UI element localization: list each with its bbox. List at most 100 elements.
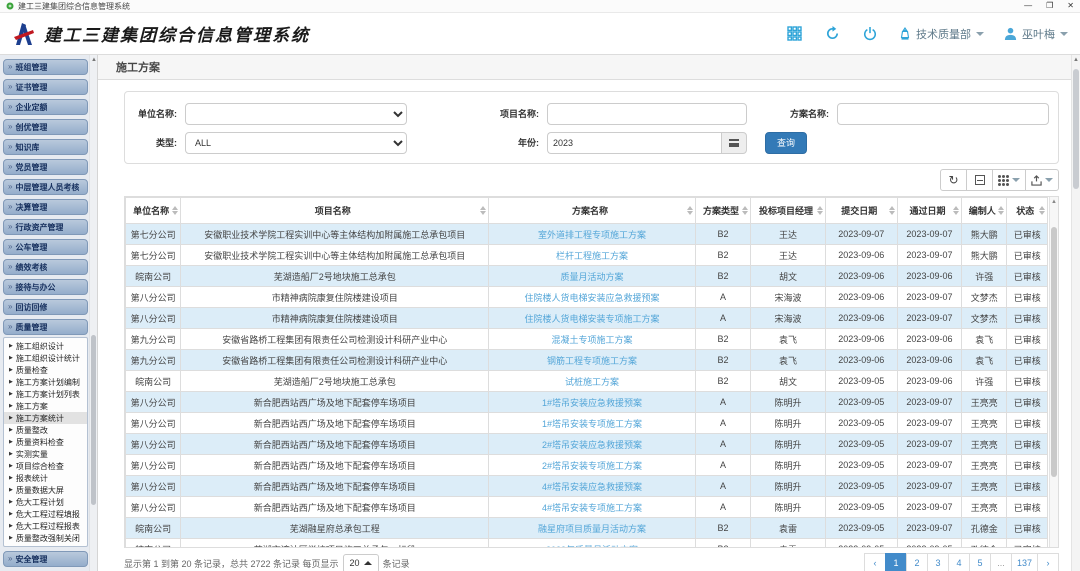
- sidebar-section-接待与办公[interactable]: »接待与办公: [3, 279, 88, 295]
- sidebar-section-绩效考核[interactable]: »绩效考核: [3, 259, 88, 275]
- sidebar-item-质量检查[interactable]: ▶质量检查: [4, 364, 87, 376]
- close-button[interactable]: ✕: [1067, 0, 1074, 12]
- sidebar-item-施工方案[interactable]: ▶施工方案: [4, 400, 87, 412]
- type-select[interactable]: ALL: [185, 132, 407, 154]
- table-row[interactable]: 第九分公司安徽省路桥工程集团有限责任公司检测设计科研产业中心混凝土专项施工方案B…: [126, 329, 1048, 350]
- sidebar-section-证书管理[interactable]: »证书管理: [3, 79, 88, 95]
- sidebar-item-危大工程过程填报[interactable]: ▶危大工程过程填报: [4, 508, 87, 520]
- restore-button[interactable]: ❐: [1046, 0, 1053, 12]
- page-button-137[interactable]: 137: [1011, 553, 1038, 571]
- table-row[interactable]: 第七分公司安徽职业技术学院工程实训中心等主体结构加附属施工总承包项目栏杆工程施工…: [126, 245, 1048, 266]
- sidebar-item-施工方案统计[interactable]: ▶施工方案统计: [4, 412, 87, 424]
- sidebar-item-危大工程计划[interactable]: ▶危大工程计划: [4, 496, 87, 508]
- sidebar-section-回访回修[interactable]: »回访回修: [3, 299, 88, 315]
- year-input[interactable]: [547, 132, 721, 154]
- plan-link[interactable]: 2023年质量月活动方案: [546, 545, 638, 549]
- column-header-方案类型[interactable]: 方案类型: [695, 198, 750, 224]
- sidebar-section-知识库[interactable]: »知识库: [3, 139, 88, 155]
- sidebar-item-危大工程过程报表[interactable]: ▶危大工程过程报表: [4, 520, 87, 532]
- sidebar-item-质量整改强制关闭[interactable]: ▶质量整改强制关闭: [4, 532, 87, 544]
- unit-name-select[interactable]: [185, 103, 407, 125]
- table-row[interactable]: 第八分公司市精神病院康复住院楼建设项目住院楼人货电梯安装专项施工方案A宋海波20…: [126, 308, 1048, 329]
- columns-button[interactable]: [992, 169, 1026, 191]
- table-row[interactable]: 第八分公司新合肥西站西广场及地下配套停车场项目4#塔吊安装应急救援预案A陈明升2…: [126, 476, 1048, 497]
- sidebar-section-quality[interactable]: »质量管理: [3, 319, 88, 335]
- plan-link[interactable]: 栏杆工程施工方案: [556, 251, 628, 261]
- column-header-单位名称[interactable]: 单位名称: [126, 198, 181, 224]
- plan-link[interactable]: 混凝土专项施工方案: [552, 335, 633, 345]
- plan-link[interactable]: 试桩施工方案: [565, 377, 619, 387]
- window-scrollbar[interactable]: ▲: [1071, 55, 1080, 571]
- table-row[interactable]: 第八分公司新合肥西站西广场及地下配套停车场项目2#塔吊安装专项施工方案A陈明升2…: [126, 455, 1048, 476]
- page-button-2[interactable]: 2: [906, 553, 928, 571]
- table-row[interactable]: 第八分公司新合肥西站西广场及地下配套停车场项目1#塔吊安装专项施工方案A陈明升2…: [126, 413, 1048, 434]
- refresh-table-button[interactable]: ↻: [940, 169, 967, 191]
- page-button-5[interactable]: 5: [969, 553, 991, 571]
- sidebar-section-班组管理[interactable]: »班组管理: [3, 59, 88, 75]
- year-picker-button[interactable]: [721, 132, 747, 154]
- plan-link[interactable]: 1#塔吊安装专项施工方案: [542, 419, 642, 429]
- sidebar-section-行政资产管理[interactable]: »行政资产管理: [3, 219, 88, 235]
- plan-link[interactable]: 融星府项目质量月活动方案: [538, 524, 646, 534]
- sidebar-item-施工组织设计统计[interactable]: ▶施工组织设计统计: [4, 352, 87, 364]
- plan-link[interactable]: 质量月活动方案: [561, 272, 624, 282]
- sidebar-section-党员管理[interactable]: »党员管理: [3, 159, 88, 175]
- next-page-button[interactable]: ›: [1037, 553, 1059, 571]
- table-row[interactable]: 皖南公司芜湖融星府总承包工程融星府项目质量月活动方案B2袁雷2023-09-05…: [126, 518, 1048, 539]
- column-header-提交日期[interactable]: 提交日期: [825, 198, 897, 224]
- export-button[interactable]: [1025, 169, 1059, 191]
- apps-grid-icon[interactable]: [785, 25, 803, 43]
- plan-link[interactable]: 4#塔吊安装应急救援预案: [542, 482, 642, 492]
- sidebar-item-报表统计[interactable]: ▶报表统计: [4, 472, 87, 484]
- sidebar-scrollbar-thumb[interactable]: [91, 335, 96, 505]
- project-name-input[interactable]: [547, 103, 747, 125]
- sidebar-item-质量整改[interactable]: ▶质量整改: [4, 424, 87, 436]
- sidebar-scrollbar[interactable]: ▲: [89, 55, 97, 571]
- plan-link[interactable]: 钢筋工程专项施工方案: [547, 356, 637, 366]
- sidebar-section-公车管理[interactable]: »公车管理: [3, 239, 88, 255]
- column-header-方案名称[interactable]: 方案名称: [489, 198, 696, 224]
- sidebar-item-质量资料检查[interactable]: ▶质量资料检查: [4, 436, 87, 448]
- power-icon[interactable]: [861, 25, 879, 43]
- plan-link[interactable]: 1#塔吊安装应急救援预案: [542, 398, 642, 408]
- sidebar-item-施工组织设计[interactable]: ▶施工组织设计: [4, 340, 87, 352]
- sidebar-item-质量数据大屏[interactable]: ▶质量数据大屏: [4, 484, 87, 496]
- table-row[interactable]: 第八分公司市精神病院康复住院楼建设项目住院楼人货电梯安装应急救援预案A宋海波20…: [126, 287, 1048, 308]
- table-row[interactable]: 第七分公司安徽职业技术学院工程实训中心等主体结构加附属施工总承包项目室外道排工程…: [126, 224, 1048, 245]
- scroll-up-icon[interactable]: ▲: [1051, 199, 1057, 205]
- page-button-1[interactable]: 1: [885, 553, 907, 571]
- table-row[interactable]: 皖南公司芜湖市湾沚区学校项目施工总承包一标段2023年质量月活动方案B2袁雷20…: [126, 539, 1048, 549]
- page-button-3[interactable]: 3: [927, 553, 949, 571]
- table-row[interactable]: 皖南公司芜湖造船厂2号地块施工总承包试桩施工方案B2胡文2023-09-0520…: [126, 371, 1048, 392]
- sidebar-section-中层管理人员考核[interactable]: »中层管理人员考核: [3, 179, 88, 195]
- column-header-通过日期[interactable]: 通过日期: [897, 198, 962, 224]
- column-header-项目名称[interactable]: 项目名称: [181, 198, 489, 224]
- sidebar-section-企业定额[interactable]: »企业定额: [3, 99, 88, 115]
- sidebar-item-施工方案计划编制[interactable]: ▶施工方案计划编制: [4, 376, 87, 388]
- plan-link[interactable]: 4#塔吊安装专项施工方案: [542, 503, 642, 513]
- plan-name-input[interactable]: [837, 103, 1049, 125]
- sidebar-item-施工方案计划列表[interactable]: ▶施工方案计划列表: [4, 388, 87, 400]
- sidebar-section-安全管理[interactable]: »安全管理: [3, 551, 88, 567]
- table-scrollbar[interactable]: ▲: [1049, 197, 1058, 547]
- table-row[interactable]: 第九分公司安徽省路桥工程集团有限责任公司检测设计科研产业中心钢筋工程专项施工方案…: [126, 350, 1048, 371]
- column-header-编制人[interactable]: 编制人: [962, 198, 1007, 224]
- window-scrollbar-thumb[interactable]: [1073, 69, 1079, 189]
- page-button-4[interactable]: 4: [948, 553, 970, 571]
- refresh-icon[interactable]: [823, 25, 841, 43]
- scroll-up-icon[interactable]: ▲: [1073, 57, 1079, 63]
- plan-link[interactable]: 2#塔吊安装专项施工方案: [542, 461, 642, 471]
- table-row[interactable]: 第八分公司新合肥西站西广场及地下配套停车场项目2#塔吊安装应急救援预案A陈明升2…: [126, 434, 1048, 455]
- prev-page-button[interactable]: ‹: [864, 553, 886, 571]
- table-row[interactable]: 第八分公司新合肥西站西广场及地下配套停车场项目4#塔吊安装专项施工方案A陈明升2…: [126, 497, 1048, 518]
- page-size-dropdown[interactable]: 20: [343, 554, 379, 571]
- table-row[interactable]: 第八分公司新合肥西站西广场及地下配套停车场项目1#塔吊安装应急救援预案A陈明升2…: [126, 392, 1048, 413]
- search-button[interactable]: 查询: [765, 132, 807, 154]
- toggle-view-button[interactable]: [966, 169, 993, 191]
- sidebar-section-决算管理[interactable]: »决算管理: [3, 199, 88, 215]
- table-scrollbar-thumb[interactable]: [1051, 227, 1057, 477]
- plan-link[interactable]: 室外道排工程专项施工方案: [538, 230, 646, 240]
- plan-link[interactable]: 住院楼人货电梯安装专项施工方案: [525, 314, 660, 324]
- table-row[interactable]: 皖南公司芜湖造船厂2号地块施工总承包质量月活动方案B2胡文2023-09-062…: [126, 266, 1048, 287]
- plan-link[interactable]: 住院楼人货电梯安装应急救援预案: [525, 293, 660, 303]
